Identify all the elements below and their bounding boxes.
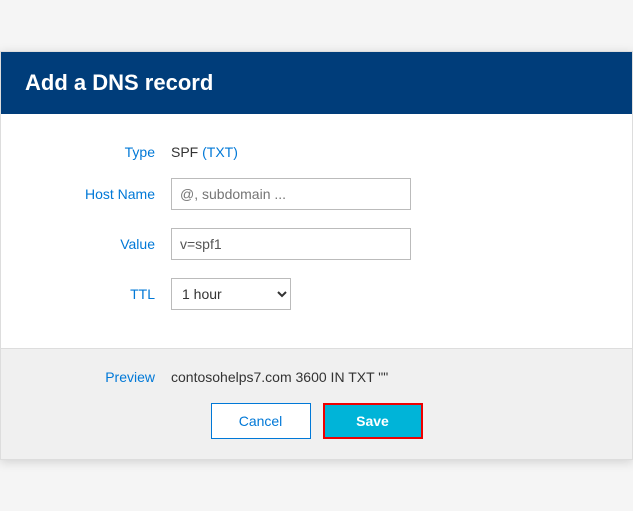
dialog-title: Add a DNS record [25, 70, 608, 96]
dialog-header: Add a DNS record [1, 52, 632, 114]
ttl-select[interactable]: 1 hour 30 minutes 2 hours 4 hours 8 hour… [171, 278, 291, 310]
hostname-row: Host Name [61, 178, 572, 210]
value-label: Value [61, 236, 171, 252]
preview-value: contosohelps7.com 3600 IN TXT "" [171, 369, 388, 385]
cancel-button[interactable]: Cancel [211, 403, 311, 439]
button-row: Cancel Save [61, 403, 572, 439]
preview-row: Preview contosohelps7.com 3600 IN TXT "" [61, 369, 572, 385]
value-input[interactable] [171, 228, 411, 260]
hostname-label: Host Name [61, 186, 171, 202]
save-button[interactable]: Save [323, 403, 423, 439]
add-dns-record-dialog: Add a DNS record Type SPF (TXT) Host Nam… [0, 51, 633, 460]
hostname-input[interactable] [171, 178, 411, 210]
type-paren: (TXT) [202, 144, 238, 160]
type-value: SPF (TXT) [171, 144, 238, 160]
dialog-footer: Preview contosohelps7.com 3600 IN TXT ""… [1, 348, 632, 459]
dialog-body: Type SPF (TXT) Host Name Value TTL 1 hou… [1, 114, 632, 348]
ttl-row: TTL 1 hour 30 minutes 2 hours 4 hours 8 … [61, 278, 572, 310]
type-label: Type [61, 144, 171, 160]
type-row: Type SPF (TXT) [61, 144, 572, 160]
ttl-label: TTL [61, 286, 171, 302]
preview-label: Preview [61, 369, 171, 385]
value-row: Value [61, 228, 572, 260]
type-name: SPF [171, 144, 198, 160]
